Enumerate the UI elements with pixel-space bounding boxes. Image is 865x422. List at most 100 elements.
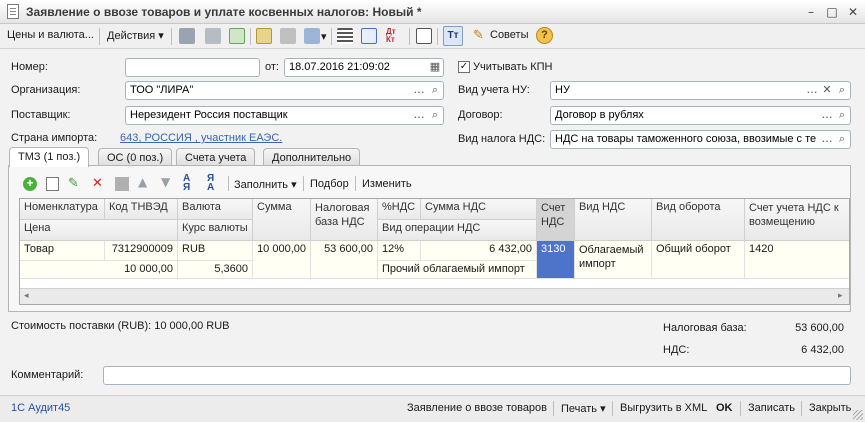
dt-kt-icon[interactable]: Дт Кт bbox=[386, 28, 402, 44]
refresh-icon[interactable] bbox=[229, 28, 245, 44]
cell-vat-pct[interactable]: 12% bbox=[378, 241, 421, 261]
vat-type-open-icon[interactable]: ⌕ bbox=[834, 131, 850, 148]
resize-grip-icon[interactable] bbox=[853, 410, 863, 420]
help-icon[interactable]: ? bbox=[536, 27, 553, 44]
comment-field[interactable] bbox=[103, 366, 851, 385]
tax-base-value: 53 600,00 bbox=[795, 322, 844, 334]
col-header-rate[interactable]: Курс валюты bbox=[178, 220, 253, 241]
number-label: Номер: bbox=[11, 61, 48, 73]
supplier-select-icon[interactable]: … bbox=[411, 107, 427, 124]
col-header-sum[interactable]: Сумма bbox=[253, 199, 311, 241]
organization-open-icon[interactable]: ⌕ bbox=[427, 82, 443, 99]
col-header-nomenclature[interactable]: Номенклатура bbox=[20, 199, 105, 220]
list-icon[interactable] bbox=[337, 28, 353, 44]
export-xml-button[interactable]: Выгрузить в XML bbox=[620, 402, 707, 414]
text-format-icon[interactable]: Тт bbox=[443, 26, 463, 46]
checklist-icon[interactable] bbox=[361, 28, 377, 44]
cell-item[interactable]: Товар bbox=[20, 241, 105, 261]
based-on-icon[interactable] bbox=[256, 28, 272, 44]
col-header-tax-base[interactable]: Налоговая база НДС bbox=[311, 199, 378, 241]
maximize-button[interactable]: □ bbox=[824, 5, 840, 19]
cell-vat-sum[interactable]: 6 432,00 bbox=[421, 241, 537, 261]
organization-select-icon[interactable]: … bbox=[411, 82, 427, 99]
add-row-icon[interactable]: + bbox=[23, 177, 37, 191]
ok-button[interactable]: OK bbox=[716, 402, 733, 414]
cell-turnover[interactable]: Общий оборот bbox=[652, 241, 745, 279]
kpn-checkbox[interactable]: ✓ bbox=[458, 61, 470, 73]
change-button[interactable]: Изменить bbox=[362, 178, 412, 190]
col-header-refund-account[interactable]: Счет учета НДС к возмещению bbox=[745, 199, 849, 241]
col-header-vat-account[interactable]: Счет НДС bbox=[537, 199, 575, 241]
supplier-field[interactable]: Нерезидент Россия поставщик bbox=[125, 106, 444, 125]
end-edit-icon[interactable] bbox=[115, 177, 129, 191]
date-from-label: от: bbox=[265, 61, 279, 73]
pick-button[interactable]: Подбор bbox=[310, 178, 349, 190]
sort-desc-icon[interactable]: ЯА bbox=[207, 174, 214, 193]
col-header-price[interactable]: Цена bbox=[20, 220, 178, 241]
copy-row-icon[interactable] bbox=[46, 177, 59, 191]
contract-select-icon[interactable]: … bbox=[819, 107, 835, 124]
report-icon[interactable] bbox=[416, 28, 432, 44]
nu-clear-icon[interactable]: ✕ bbox=[819, 82, 835, 99]
vat-type-field[interactable]: НДС на товары таможенного союза, ввозимы… bbox=[550, 130, 851, 149]
number-field[interactable] bbox=[125, 58, 260, 77]
col-header-operation[interactable]: Вид операции НДС bbox=[378, 220, 537, 241]
statement-button[interactable]: Заявление о ввозе товаров bbox=[407, 402, 547, 414]
table-toolbar-separator bbox=[228, 176, 229, 191]
cell-vat-account[interactable]: 3130 bbox=[537, 241, 575, 279]
delete-row-icon[interactable]: ✕ bbox=[92, 176, 103, 191]
sort-asc-icon[interactable]: АЯ bbox=[183, 174, 190, 193]
actions-menu-button[interactable]: Действия ▾ bbox=[107, 29, 164, 42]
date-field[interactable]: 18.07.2016 21:09:02 bbox=[284, 58, 444, 77]
vat-type-select-icon[interactable]: … bbox=[819, 131, 835, 148]
comment-label: Комментарий: bbox=[11, 369, 84, 381]
prices-currency-button[interactable]: Цены и валюта... bbox=[7, 29, 94, 41]
cell-operation[interactable]: Прочий облагаемый импорт bbox=[378, 261, 537, 279]
col-header-currency[interactable]: Валюта bbox=[178, 199, 253, 220]
close-button[interactable]: Закрыть bbox=[809, 402, 851, 414]
col-header-vat-kind[interactable]: Вид НДС bbox=[575, 199, 652, 241]
cell-currency[interactable]: RUB bbox=[178, 241, 253, 261]
structure-icon[interactable] bbox=[280, 28, 296, 44]
minimize-button[interactable]: – bbox=[803, 5, 819, 19]
toolbar-separator bbox=[250, 28, 251, 45]
save-button[interactable]: Записать bbox=[748, 402, 795, 414]
advice-button[interactable]: Советы bbox=[490, 29, 528, 41]
contract-open-icon[interactable]: ⌕ bbox=[834, 107, 850, 124]
go-to-icon[interactable] bbox=[304, 28, 320, 44]
move-down-icon[interactable]: ▼ bbox=[161, 175, 170, 189]
organization-field[interactable]: ТОО "ЛИРА" bbox=[125, 81, 444, 100]
cell-price[interactable]: 10 000,00 bbox=[20, 261, 178, 279]
col-header-tnved[interactable]: Код ТНВЭД bbox=[105, 199, 178, 220]
col-header-turnover[interactable]: Вид оборота bbox=[652, 199, 745, 241]
import-country-link[interactable]: 643, РОССИЯ , участник ЕАЭС. bbox=[120, 132, 282, 144]
col-header-vat-sum[interactable]: Сумма НДС bbox=[421, 199, 537, 220]
calendar-icon[interactable]: ▦ bbox=[427, 59, 443, 76]
nu-select-icon[interactable]: … bbox=[804, 82, 820, 99]
close-window-button[interactable]: ✕ bbox=[845, 5, 861, 19]
print-menu-button[interactable]: Печать ▾ bbox=[561, 402, 606, 415]
cell-rate[interactable]: 5,3600 bbox=[178, 261, 253, 279]
cell-tax-base[interactable]: 53 600,00 bbox=[311, 241, 378, 279]
cell-tnved[interactable]: 7312900009 bbox=[105, 241, 178, 261]
vat-total-label: НДС: bbox=[663, 344, 690, 356]
unpost-icon[interactable] bbox=[205, 28, 221, 44]
edit-row-icon[interactable]: ✎ bbox=[68, 176, 79, 191]
go-to-dropdown-icon[interactable]: ▾ bbox=[321, 30, 327, 43]
scroll-left-icon[interactable]: ◂ bbox=[24, 291, 29, 301]
col-header-vat-pct[interactable]: %НДС bbox=[378, 199, 421, 220]
tab-tmz[interactable]: ТМЗ (1 поз.) bbox=[9, 147, 90, 167]
table-horizontal-scrollbar[interactable]: ◂ ▸ bbox=[20, 288, 849, 304]
nu-open-icon[interactable]: ⌕ bbox=[834, 82, 850, 99]
fill-menu-button[interactable]: Заполнить ▾ bbox=[234, 178, 297, 191]
supplier-open-icon[interactable]: ⌕ bbox=[427, 107, 443, 124]
cell-sum[interactable]: 10 000,00 bbox=[253, 241, 311, 279]
cell-vat-kind[interactable]: Облагаемый импорт bbox=[575, 241, 652, 279]
scroll-right-icon[interactable]: ▸ bbox=[838, 291, 843, 301]
contract-field[interactable]: Договор в рублях bbox=[550, 106, 851, 125]
cell-refund-account[interactable]: 1420 bbox=[745, 241, 849, 279]
nu-value: НУ bbox=[555, 84, 570, 96]
move-up-icon[interactable]: ▲ bbox=[138, 175, 147, 189]
kpn-label: Учитывать КПН bbox=[473, 61, 553, 73]
post-icon[interactable] bbox=[179, 28, 195, 44]
